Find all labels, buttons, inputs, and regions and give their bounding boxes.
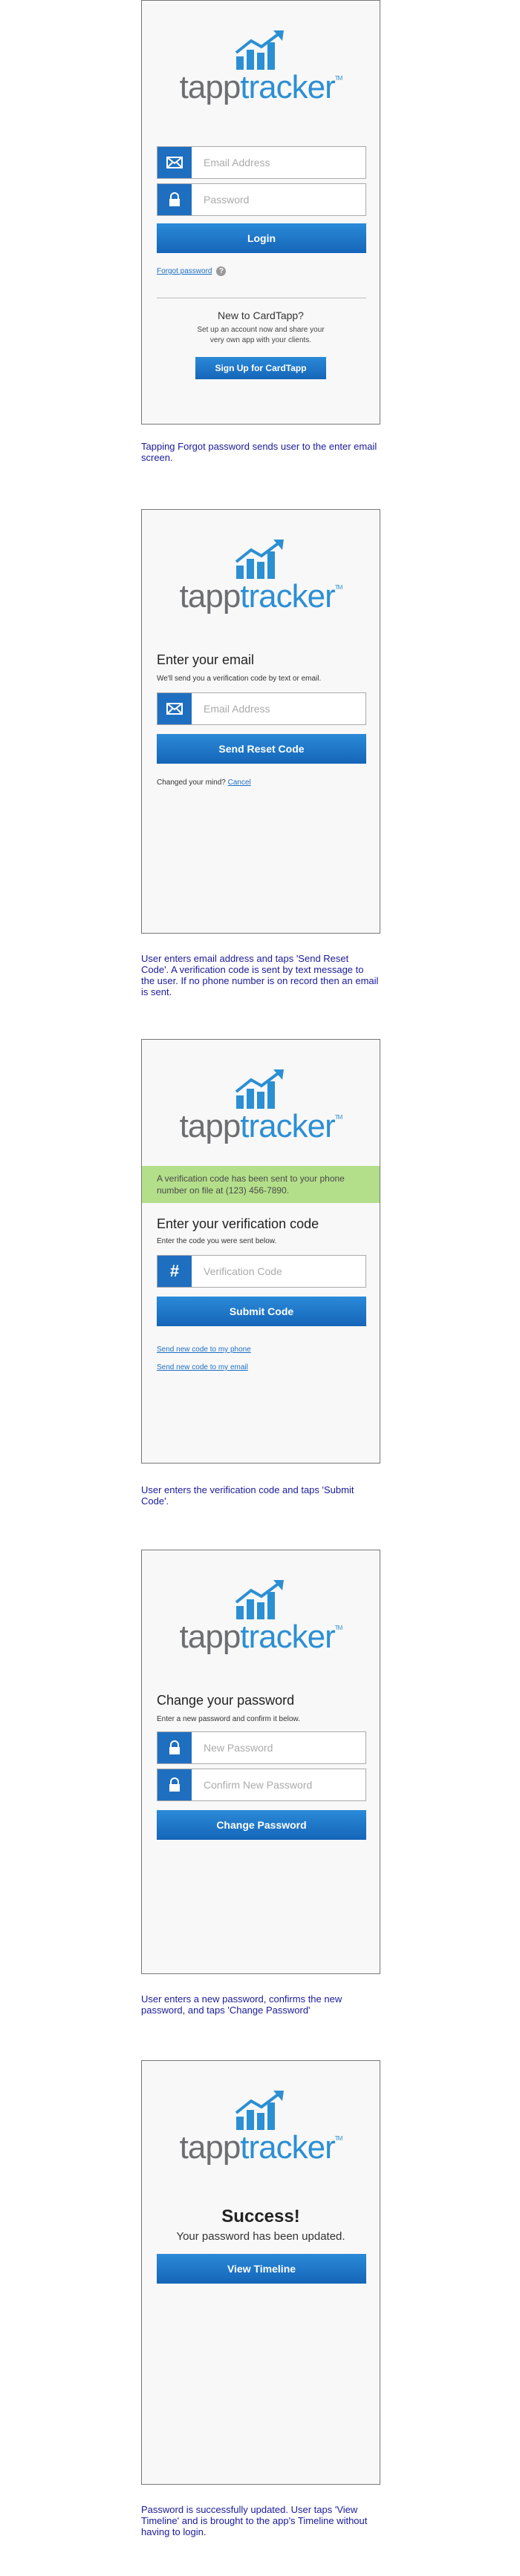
chart-logo-icon <box>235 2091 284 2130</box>
page-title: Enter your email <box>157 652 255 667</box>
logo-tracker: tracker <box>240 2129 335 2166</box>
success-subtitle: Your password has been updated. <box>176 2230 345 2243</box>
change-password-screen: tapptrackerTM Change your password Enter… <box>141 1550 380 1974</box>
logo-tapp: tapp <box>179 2129 241 2166</box>
view-timeline-button[interactable]: View Timeline <box>157 2254 366 2284</box>
enter-email-screen: tapptrackerTM Enter your email We'll sen… <box>141 509 380 934</box>
note-3: User enters the verification code and ta… <box>141 1484 354 1507</box>
logo-tapp: tapp <box>179 1619 241 1655</box>
verification-code-field[interactable]: # <box>157 1255 366 1288</box>
lock-icon <box>157 1769 192 1800</box>
logo-tm: TM <box>334 1625 343 1631</box>
logo-tracker: tracker <box>240 69 335 105</box>
new-heading: New to CardTapp? <box>218 309 304 321</box>
logo-tm: TM <box>334 584 343 591</box>
changed-mind-text: Changed your mind? <box>157 779 226 787</box>
page-subtitle: Enter a new password and confirm it belo… <box>157 1715 300 1723</box>
forgot-row: Forgot password ? <box>157 266 227 276</box>
confirm-password-input[interactable] <box>192 1769 365 1800</box>
tapptracker-logo: tapptrackerTM <box>142 30 380 105</box>
new-text-1: Set up an account now and share your <box>197 326 325 334</box>
email-field[interactable] <box>157 146 366 179</box>
signup-button[interactable]: Sign Up for CardTapp <box>195 357 326 379</box>
success-banner: A verification code has been sent to you… <box>142 1166 380 1203</box>
page-title: Enter your verification code <box>157 1216 319 1231</box>
logo-tm: TM <box>334 2135 343 2142</box>
chart-logo-icon <box>235 540 284 579</box>
envelope-icon <box>157 147 192 178</box>
verification-screen: tapptrackerTM A verification code has be… <box>141 1039 380 1464</box>
tapptracker-logo: tapptrackerTM <box>142 540 380 614</box>
note-2: User enters email address and taps 'Send… <box>141 953 379 997</box>
lock-icon <box>157 1732 192 1763</box>
changed-mind-row: Changed your mind? Cancel <box>157 779 251 787</box>
login-button[interactable]: Login <box>157 223 366 253</box>
new-password-input[interactable] <box>192 1732 365 1763</box>
login-screen: tapptrackerTM Login Forgot password ? Ne… <box>141 0 380 425</box>
lock-icon <box>157 184 192 215</box>
tapptracker-logo: tapptrackerTM <box>142 1580 380 1655</box>
envelope-icon <box>157 693 192 724</box>
success-title: Success! <box>221 2206 300 2226</box>
hash-icon: # <box>157 1256 192 1287</box>
logo-tapp: tapp <box>179 1108 241 1144</box>
change-password-button[interactable]: Change Password <box>157 1810 366 1840</box>
send-reset-code-button[interactable]: Send Reset Code <box>157 734 366 764</box>
new-text-2: very own app with your clients. <box>209 336 312 344</box>
chart-logo-icon <box>235 1580 284 1619</box>
chart-logo-icon <box>235 30 284 70</box>
page-title: Change your password <box>157 1693 295 1708</box>
email-field[interactable] <box>157 692 366 725</box>
forgot-password-link[interactable]: Forgot password <box>157 267 212 275</box>
resend-email-link[interactable]: Send new code to my email <box>157 1363 248 1371</box>
verification-code-input[interactable] <box>192 1256 365 1287</box>
resend-phone-link[interactable]: Send new code to my phone <box>157 1346 251 1354</box>
tapptracker-logo: tapptrackerTM <box>142 2091 380 2166</box>
password-field[interactable] <box>157 183 366 216</box>
page-subtitle: Enter the code you were sent below. <box>157 1237 277 1245</box>
logo-tracker: tracker <box>240 578 335 614</box>
logo-tm: TM <box>334 75 343 82</box>
email-input[interactable] <box>192 147 365 178</box>
note-5: Password is successfully updated. User t… <box>141 2504 368 2537</box>
logo-tracker: tracker <box>240 1619 335 1655</box>
tapptracker-logo: tapptrackerTM <box>142 1069 380 1144</box>
submit-code-button[interactable]: Submit Code <box>157 1297 366 1326</box>
logo-tm: TM <box>334 1114 343 1121</box>
logo-tracker: tracker <box>240 1108 335 1144</box>
page-subtitle: We'll send you a verification code by te… <box>157 675 322 683</box>
logo-tapp: tapp <box>179 69 241 105</box>
logo-tapp: tapp <box>179 578 241 614</box>
note-4: User enters a new password, confirms the… <box>141 1993 342 2016</box>
email-input[interactable] <box>192 693 365 724</box>
cancel-link[interactable]: Cancel <box>228 779 251 787</box>
note-1: Tapping Forgot password sends user to th… <box>141 441 377 463</box>
confirm-password-field[interactable] <box>157 1769 366 1801</box>
password-input[interactable] <box>192 184 365 215</box>
chart-logo-icon <box>235 1069 284 1109</box>
new-password-field[interactable] <box>157 1731 366 1764</box>
success-screen: tapptrackerTM Success! Your password has… <box>141 2060 380 2485</box>
help-icon[interactable]: ? <box>216 266 227 276</box>
